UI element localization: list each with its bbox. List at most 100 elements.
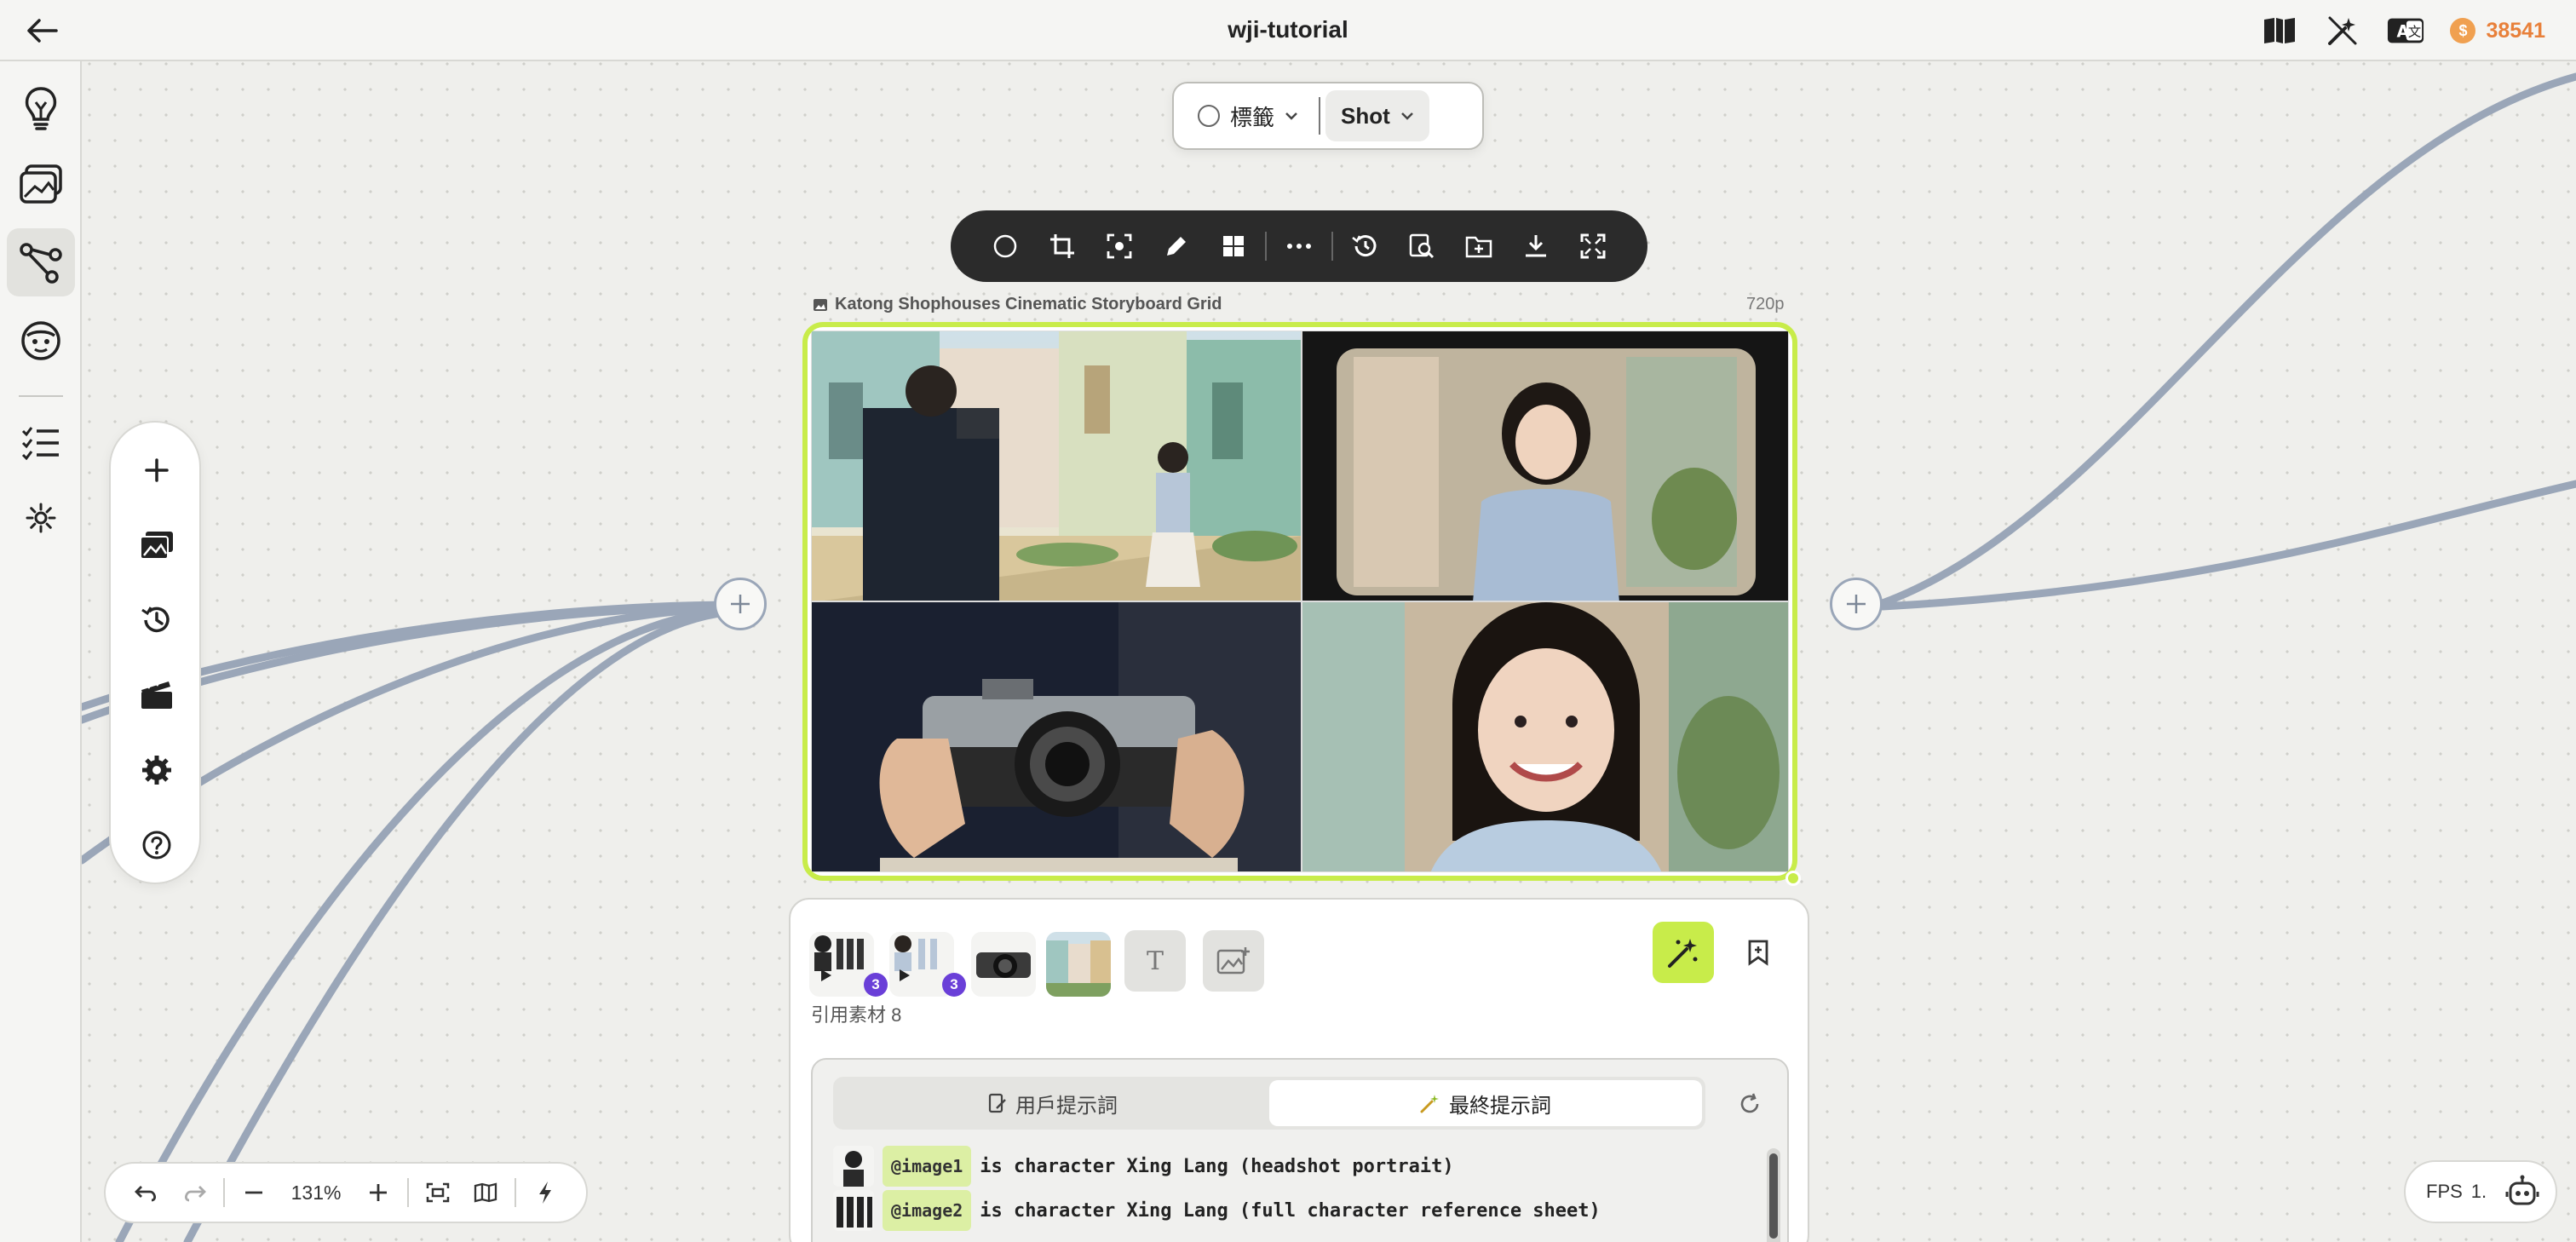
add-to-folder-icon[interactable] [1451, 217, 1508, 275]
focus-frame-icon[interactable] [1090, 217, 1147, 275]
scrollbar-thumb[interactable] [1769, 1153, 1778, 1239]
prompt-editor-box: 用戶提示詞 最終提示詞 @image1 is character Xing La… [811, 1058, 1789, 1242]
credits-display[interactable]: $ 38541 [2450, 18, 2545, 43]
tab-final-prompt-label: 最終提示詞 [1449, 1094, 1551, 1118]
fit-view-icon[interactable] [414, 1169, 462, 1216]
text-t-icon: T [1146, 946, 1164, 976]
chevron-down-icon [1400, 112, 1413, 120]
prompt-panel: 3 3 T 引用素材 8 用戶提示詞 最終提示詞 @image1 is char… [789, 898, 1809, 1242]
prompt-line-text: is character Xing Lang (headshot portrai… [980, 1155, 1454, 1177]
resize-handle[interactable] [1785, 871, 1801, 886]
redo-icon[interactable] [170, 1169, 218, 1216]
enhance-prompt-button[interactable] [1653, 922, 1714, 983]
magic-off-icon[interactable] [2324, 12, 2361, 49]
crop-icon[interactable] [1033, 217, 1090, 275]
reference-thumb-shophouses[interactable] [1046, 932, 1111, 997]
config-gear-icon[interactable] [129, 743, 184, 797]
tag-dropdown[interactable]: 標籤 [1182, 90, 1314, 141]
segment-divider [1319, 97, 1321, 135]
tab-final-prompt[interactable]: 最終提示詞 [1269, 1080, 1702, 1126]
undo-icon[interactable] [123, 1169, 170, 1216]
add-image-button[interactable] [1203, 930, 1264, 992]
street-photographer-image [812, 331, 1301, 601]
images-library-icon[interactable] [129, 518, 184, 572]
more-options-icon[interactable] [1270, 217, 1327, 275]
add-text-button[interactable]: T [1124, 930, 1186, 992]
top-bar: wji-tutorial A文 $ 38541 [0, 0, 2576, 61]
download-icon[interactable] [1508, 217, 1565, 275]
save-prompt-button[interactable] [1736, 930, 1780, 975]
tag-dropdown-label: 標籤 [1230, 104, 1275, 130]
image1-thumbnail [833, 1146, 874, 1187]
input-port-plus[interactable] [714, 578, 767, 630]
ref-count-badge: 3 [942, 973, 966, 997]
sparkle-wand-icon [1420, 1095, 1439, 1113]
plus-icon [731, 595, 750, 613]
fullscreen-expand-icon[interactable] [1565, 217, 1622, 275]
version-history-icon[interactable] [1337, 217, 1394, 275]
lightning-icon[interactable] [521, 1169, 569, 1216]
shot-dropdown-label: Shot [1341, 102, 1390, 129]
back-arrow-icon[interactable] [22, 12, 61, 49]
prompt-line-text: is character Xing Lang (full character r… [980, 1199, 1601, 1222]
circle-select-icon[interactable] [976, 217, 1033, 275]
edit-note-icon [988, 1093, 1006, 1113]
robot-assistant-icon[interactable] [2505, 1175, 2539, 1209]
image2-thumbnail [833, 1190, 874, 1231]
gallery-icon[interactable] [7, 150, 75, 218]
output-port-plus[interactable] [1830, 578, 1883, 630]
storyboard-panel-1 [811, 331, 1302, 601]
reference-count-label: 引用素材 8 [811, 1004, 902, 1026]
play-icon[interactable] [819, 968, 833, 987]
book-icon[interactable] [2261, 12, 2298, 49]
grid-split-icon[interactable] [1205, 217, 1262, 275]
play-icon[interactable] [898, 968, 911, 987]
translate-icon[interactable]: A文 [2387, 12, 2424, 49]
ref-count-badge: 3 [864, 973, 888, 997]
image2-tag[interactable]: @image2 [883, 1190, 972, 1231]
tag-shot-selector: 標籤 Shot [1172, 82, 1484, 150]
add-node-plus-icon[interactable] [129, 443, 184, 497]
zoom-divider [223, 1178, 226, 1207]
tab-user-prompt-label: 用戶提示詞 [1015, 1094, 1118, 1118]
pencil-edit-icon[interactable] [1147, 217, 1205, 275]
task-list-icon[interactable] [7, 409, 75, 477]
storyboard-panel-3 [811, 601, 1302, 872]
zoom-toolbar: 131% [104, 1162, 588, 1223]
minimap-icon[interactable] [462, 1169, 509, 1216]
fps-indicator[interactable]: FPS 1. [2404, 1160, 2557, 1223]
fps-label: FPS [2426, 1181, 2463, 1202]
help-question-icon[interactable] [129, 818, 184, 872]
storyboard-panel-2 [1302, 331, 1789, 601]
radio-circle-icon [1198, 105, 1220, 127]
add-image-icon [1216, 947, 1250, 975]
clapperboard-icon[interactable] [129, 668, 184, 722]
zoom-out-icon[interactable] [230, 1169, 278, 1216]
settings-gear-icon[interactable] [7, 484, 75, 552]
magic-wand-icon [1668, 939, 1698, 968]
character-face-icon[interactable] [7, 307, 75, 375]
shot-dropdown[interactable]: Shot [1325, 90, 1429, 141]
history-icon[interactable] [129, 593, 184, 647]
image-node-icon [814, 298, 827, 311]
workflow-nodes-icon[interactable] [7, 228, 75, 296]
storyboard-panel-4 [1302, 601, 1789, 872]
page-title: wji-tutorial [1228, 16, 1348, 43]
ideas-lightbulb-icon[interactable] [7, 73, 75, 141]
refresh-icon[interactable] [1731, 1085, 1768, 1123]
zoom-divider [407, 1178, 409, 1207]
image-toolbar [951, 210, 1647, 282]
toolbar-divider [1331, 232, 1333, 261]
tab-user-prompt[interactable]: 用戶提示詞 [837, 1080, 1269, 1126]
zoom-in-icon[interactable] [354, 1169, 402, 1216]
inspect-search-icon[interactable] [1394, 217, 1451, 275]
storyboard-image-node[interactable] [802, 322, 1797, 881]
image1-tag[interactable]: @image1 [883, 1146, 972, 1187]
toolbar-divider [1265, 232, 1268, 261]
zoom-level: 131% [290, 1181, 342, 1204]
reference-thumb-camera[interactable] [971, 932, 1036, 997]
node-resolution: 720p [1746, 295, 1785, 313]
camera-closeup-image [812, 602, 1301, 871]
prompt-scrollbar[interactable] [1767, 1148, 1780, 1242]
plus-icon [1847, 595, 1866, 613]
